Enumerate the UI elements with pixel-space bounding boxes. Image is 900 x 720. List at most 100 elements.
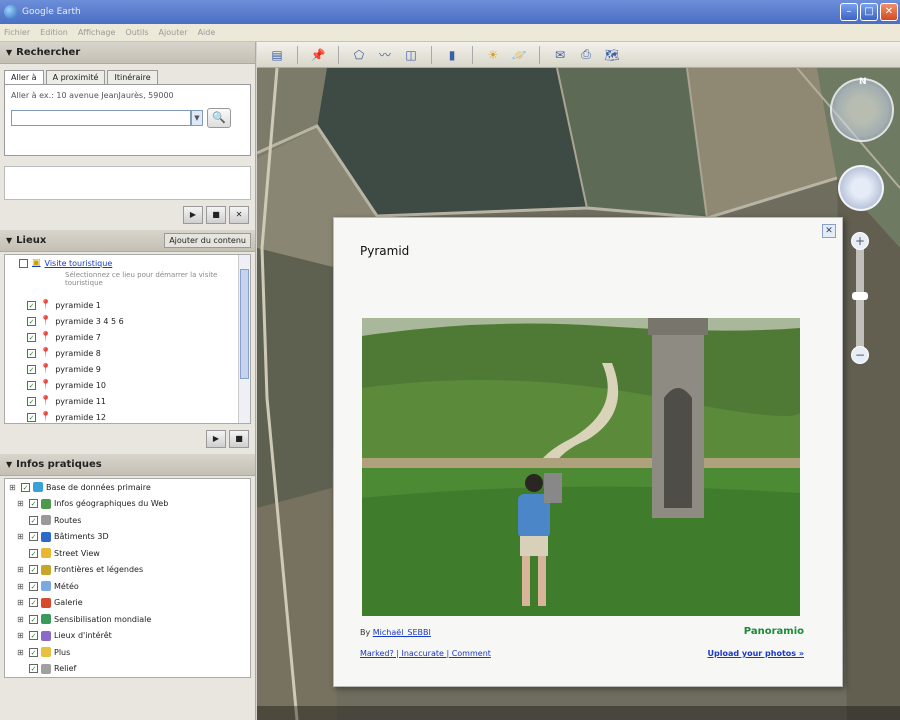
layer-item[interactable]: ⊞ ✓ Lieux d'intérêt [5, 628, 250, 645]
checkbox[interactable]: ✓ [27, 364, 36, 374]
maximize-button[interactable]: □ [860, 3, 878, 21]
checkbox[interactable]: ✓ [27, 412, 36, 422]
layer-item[interactable]: ⊞ ✓ Plus [5, 644, 250, 661]
record-tour-button[interactable]: ▮ [442, 46, 462, 64]
expand-toggle-icon[interactable]: ⊞ [17, 582, 26, 591]
sidebar-toggle-button[interactable]: ▤ [267, 46, 287, 64]
checkbox[interactable] [19, 258, 28, 268]
add-placemark-button[interactable]: 📌 [308, 46, 328, 64]
checkbox[interactable]: ✓ [29, 614, 38, 624]
add-polygon-button[interactable]: ⬠ [349, 46, 369, 64]
menu-tools[interactable]: Outils [125, 28, 148, 37]
places-header[interactable]: ▼ Lieux Ajouter du contenu [0, 230, 255, 252]
expand-toggle-icon[interactable]: ⊞ [17, 648, 26, 657]
zoom-out-button[interactable]: − [851, 346, 869, 364]
list-item[interactable]: ✓ 📍 pyramide 7 [5, 329, 250, 345]
menu-help[interactable]: Aide [198, 28, 216, 37]
email-button[interactable]: ✉ [550, 46, 570, 64]
stop-button[interactable]: ■ [206, 206, 226, 224]
panoramio-logo[interactable]: Panoramio [744, 626, 804, 637]
checkbox[interactable]: ✓ [29, 532, 38, 542]
checkbox[interactable]: ✓ [29, 565, 38, 575]
search-header[interactable]: ▼ Rechercher [0, 42, 255, 64]
layer-item[interactable]: ✓ Street View [5, 545, 250, 562]
zoom-slider-thumb[interactable] [852, 292, 868, 300]
add-content-button[interactable]: Ajouter du contenu [164, 233, 251, 248]
add-overlay-button[interactable]: ◫ [401, 46, 421, 64]
search-button[interactable]: 🔍 [207, 108, 231, 128]
checkbox[interactable]: ✓ [27, 348, 36, 358]
expand-toggle-icon[interactable]: ⊞ [9, 483, 18, 492]
list-item[interactable]: ✓ 📍 pyramide 11 [5, 393, 250, 409]
expand-toggle-icon[interactable]: ⊞ [17, 532, 26, 541]
menu-view[interactable]: Affichage [78, 28, 116, 37]
list-item[interactable]: ✓ 📍 pyramide 12 [5, 409, 250, 423]
checkbox[interactable]: ✓ [29, 598, 38, 608]
checkbox[interactable]: ✓ [29, 499, 38, 509]
layer-item[interactable]: ✓ Routes [5, 512, 250, 529]
checkbox[interactable]: ✓ [29, 515, 38, 525]
layer-item[interactable]: ⊞ ✓ Sensibilisation mondiale [5, 611, 250, 628]
expand-toggle-icon[interactable]: ⊞ [17, 615, 26, 624]
scrollbar-thumb[interactable] [240, 269, 249, 379]
menu-add[interactable]: Ajouter [159, 28, 188, 37]
google-maps-button[interactable]: 🗺 [602, 46, 622, 64]
list-item[interactable]: ✓ 📍 pyramide 8 [5, 345, 250, 361]
expand-toggle-icon[interactable]: ⊞ [17, 631, 26, 640]
sunlight-button[interactable]: ☀ [483, 46, 503, 64]
list-item[interactable]: ▣ Visite touristique [5, 255, 250, 271]
look-joystick[interactable]: N [830, 77, 894, 142]
minimize-button[interactable]: – [840, 3, 858, 21]
checkbox[interactable]: ✓ [27, 300, 36, 310]
move-joystick[interactable] [838, 165, 884, 211]
layer-item[interactable]: ⊞ ✓ Galerie [5, 595, 250, 612]
layer-item[interactable]: ⊞ ✓ Météo [5, 578, 250, 595]
layers-header[interactable]: ▼ Infos pratiques [0, 454, 255, 476]
list-item[interactable]: ✓ 📍 pyramide 10 [5, 377, 250, 393]
checkbox[interactable]: ✓ [29, 548, 38, 558]
places-scrollbar[interactable] [238, 255, 250, 423]
play-button[interactable]: ▶ [183, 206, 203, 224]
expand-toggle-icon[interactable]: ⊞ [17, 598, 26, 607]
menu-edit[interactable]: Edition [40, 28, 68, 37]
stop-tour-button[interactable]: ■ [229, 430, 249, 448]
menu-file[interactable]: Fichier [4, 28, 30, 37]
checkbox[interactable]: ✓ [29, 647, 38, 657]
layer-item[interactable]: ⊞ ✓ Frontières et légendes [5, 562, 250, 579]
checkbox[interactable]: ✓ [27, 332, 36, 342]
layer-item[interactable]: ⊞ ✓ Bâtiments 3D [5, 529, 250, 546]
expand-toggle-icon[interactable]: ⊞ [17, 499, 26, 508]
zoom-in-button[interactable]: + [851, 232, 869, 250]
search-input[interactable] [11, 110, 191, 126]
layer-item[interactable]: ⊞ ✓ Base de données primaire [5, 479, 250, 496]
print-button[interactable]: ⎙ [576, 46, 596, 64]
list-item[interactable]: ✓ 📍 pyramide 1 [5, 297, 250, 313]
search-dropdown[interactable]: ▼ [191, 110, 203, 126]
clear-button[interactable]: ✕ [229, 206, 249, 224]
close-balloon-button[interactable]: ✕ [822, 224, 836, 238]
checkbox[interactable]: ✓ [29, 631, 38, 641]
author-link[interactable]: Michaël_SEBBI [373, 628, 431, 637]
photo-action-links[interactable]: Marked? | Inaccurate | Comment [360, 649, 491, 658]
list-item[interactable]: ✓ 📍 pyramide 9 [5, 361, 250, 377]
close-window-button[interactable]: ✕ [880, 3, 898, 21]
checkbox[interactable]: ✓ [27, 316, 36, 326]
checkbox[interactable]: ✓ [29, 581, 38, 591]
checkbox[interactable]: ✓ [27, 380, 36, 390]
checkbox[interactable]: ✓ [21, 482, 30, 492]
tab-nearby[interactable]: A proximité [45, 70, 106, 84]
add-path-button[interactable]: 〰 [375, 46, 395, 64]
expand-toggle-icon[interactable]: ⊞ [17, 565, 26, 574]
play-tour-button[interactable]: ▶ [206, 430, 226, 448]
upload-photos-link[interactable]: Upload your photos » [708, 649, 804, 658]
panoramio-photo[interactable] [362, 318, 800, 616]
tab-directions[interactable]: Itinéraire [107, 70, 158, 84]
tab-fly-to[interactable]: Aller à [4, 70, 44, 84]
checkbox[interactable]: ✓ [29, 664, 38, 674]
layer-item[interactable]: ✓ Relief [5, 661, 250, 678]
list-item[interactable]: ✓ 📍 pyramide 3 4 5 6 [5, 313, 250, 329]
sky-button[interactable]: 🪐 [509, 46, 529, 64]
zoom-slider[interactable] [856, 240, 864, 360]
checkbox[interactable]: ✓ [27, 396, 36, 406]
layer-item[interactable]: ⊞ ✓ Infos géographiques du Web [5, 496, 250, 513]
